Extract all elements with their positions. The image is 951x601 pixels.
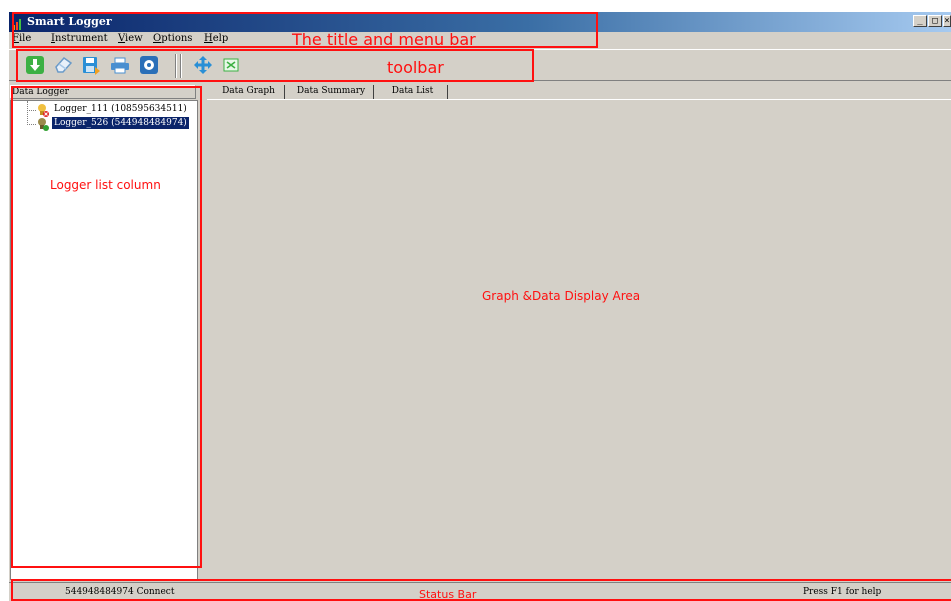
close-button[interactable]: × — [943, 15, 951, 27]
annotation-box-toolbar — [16, 49, 534, 82]
annotation-label-display-area: Graph &Data Display Area — [482, 289, 641, 303]
annotation-box-logger-list — [11, 86, 202, 568]
minimize-button[interactable]: _ — [913, 15, 927, 27]
annotation-label-title-menu: The title and menu bar — [292, 30, 476, 49]
maximize-button[interactable]: □ — [928, 15, 942, 27]
annotation-label-status-bar: Status Bar — [419, 588, 477, 601]
annotation-label-toolbar: toolbar — [387, 58, 444, 77]
annotation-label-logger-list: Logger list column — [50, 178, 161, 192]
annotation-box-status-bar — [11, 579, 951, 601]
tab-data-summary[interactable]: Data Summary — [289, 85, 374, 99]
tab-data-list[interactable]: Data List — [378, 85, 448, 99]
graph-display-area[interactable] — [207, 99, 951, 579]
tab-data-graph[interactable]: Data Graph — [213, 85, 285, 99]
